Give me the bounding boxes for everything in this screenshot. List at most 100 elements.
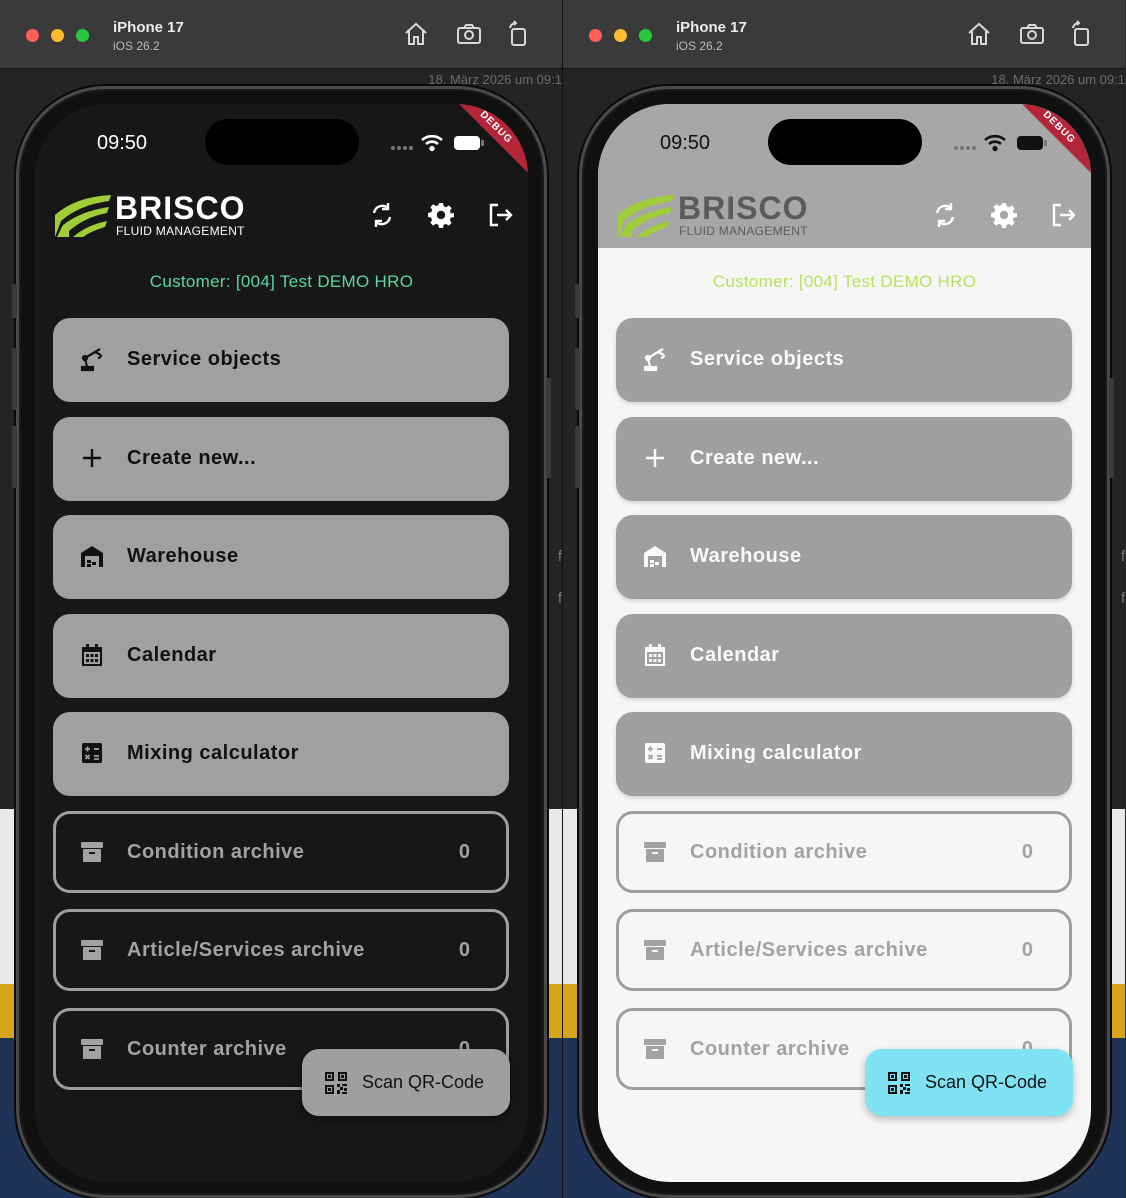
- signal-icon: [391, 146, 413, 150]
- minimize-window-button[interactable]: [51, 29, 64, 42]
- menu-condition-archive-button[interactable]: Condition archive 0: [616, 811, 1072, 893]
- settings-gear-icon[interactable]: [427, 201, 455, 229]
- menu-mixing-calculator-button[interactable]: Mixing calculator: [616, 712, 1072, 796]
- menu-item-label: Condition archive: [690, 841, 868, 863]
- os-version: iOS 26.2: [113, 39, 160, 53]
- close-window-button[interactable]: [26, 29, 39, 42]
- menu-item-label: Calendar: [127, 644, 217, 666]
- archive-count: 0: [458, 841, 470, 863]
- calculator-icon: [79, 740, 105, 766]
- brand-name: BRISCO: [678, 190, 809, 226]
- plus-icon: [79, 445, 105, 471]
- scan-qr-code-button[interactable]: Scan QR-Code: [302, 1049, 510, 1116]
- menu-article-services-archive-button[interactable]: Article/Services archive 0: [53, 909, 509, 991]
- robot-arm-icon: [79, 346, 105, 372]
- home-icon[interactable]: [402, 20, 430, 48]
- menu-calendar-button[interactable]: Calendar: [53, 614, 509, 698]
- logout-icon[interactable]: [1049, 201, 1077, 229]
- customer-label: Customer: [004] Test DEMO HRO: [149, 272, 414, 291]
- menu-service-objects-button[interactable]: Service objects: [616, 318, 1072, 402]
- menu-item-label: Create new...: [690, 447, 820, 469]
- calculator-icon: [642, 740, 668, 766]
- customer-label: Customer: [004] Test DEMO HRO: [712, 272, 977, 291]
- qr-code-icon: [325, 1072, 347, 1094]
- menu-mixing-calculator-button[interactable]: Mixing calculator: [53, 712, 509, 796]
- settings-gear-icon[interactable]: [990, 201, 1018, 229]
- menu-item-label: Article/Services archive: [690, 939, 928, 961]
- simulator-titlebar: iPhone 17 iOS 26.2: [563, 0, 1125, 69]
- rotate-icon[interactable]: [1067, 20, 1095, 48]
- home-icon[interactable]: [965, 20, 993, 48]
- menu-item-label: Counter archive: [690, 1038, 850, 1060]
- archive-count: 0: [458, 939, 470, 961]
- background-date-text: 18. März 2026 um 09:1: [991, 72, 1125, 87]
- status-time: 09:50: [97, 132, 148, 154]
- zoom-window-button[interactable]: [76, 29, 89, 42]
- warehouse-icon: [79, 543, 105, 569]
- os-version: iOS 26.2: [676, 39, 723, 53]
- status-bar: 09:50 DEBUG: [35, 104, 528, 184]
- menu-item-label: Mixing calculator: [127, 742, 299, 764]
- menu-item-label: Mixing calculator: [690, 742, 862, 764]
- brisco-logo-icon: [618, 195, 674, 237]
- zoom-window-button[interactable]: [639, 29, 652, 42]
- menu-condition-archive-button[interactable]: Condition archive 0: [53, 811, 509, 893]
- app-screen: 09:50 DEBUG BRISCO FLUID MANAGEMENT Cust…: [35, 104, 528, 1182]
- status-bar: 09:50 DEBUG: [598, 104, 1091, 184]
- archive-count: 0: [1021, 841, 1033, 863]
- menu-service-objects-button[interactable]: Service objects: [53, 318, 509, 402]
- iphone-frame: 09:50 DEBUG BRISCO FLUID MANAGEMENT Cust…: [12, 86, 551, 1198]
- close-window-button[interactable]: [589, 29, 602, 42]
- calendar-icon: [79, 642, 105, 668]
- device-name: iPhone 17: [113, 19, 184, 36]
- menu-create-new-button[interactable]: Create new...: [616, 417, 1072, 501]
- minimize-window-button[interactable]: [614, 29, 627, 42]
- sync-icon[interactable]: [368, 201, 396, 229]
- brisco-logo-icon: [55, 195, 111, 237]
- simulator-window-light: iPhone 17 iOS 26.2 18. März 2026 um 09:1…: [563, 0, 1125, 1198]
- archive-icon: [79, 1036, 105, 1062]
- status-time: 09:50: [660, 132, 711, 154]
- scan-qr-code-button[interactable]: Scan QR-Code: [865, 1049, 1073, 1116]
- sync-icon[interactable]: [931, 201, 959, 229]
- menu-calendar-button[interactable]: Calendar: [616, 614, 1072, 698]
- scan-qr-code-label: Scan QR-Code: [362, 1072, 485, 1092]
- background-date-text: 18. März 2026 um 09:1: [428, 72, 562, 87]
- simulator-titlebar: iPhone 17 iOS 26.2: [0, 0, 562, 69]
- menu-item-label: Warehouse: [127, 545, 239, 567]
- archive-icon: [642, 839, 668, 865]
- menu-item-label: Create new...: [127, 447, 257, 469]
- menu-article-services-archive-button[interactable]: Article/Services archive 0: [616, 909, 1072, 991]
- archive-icon: [79, 839, 105, 865]
- calendar-icon: [642, 642, 668, 668]
- screenshot-icon[interactable]: [1018, 20, 1046, 48]
- simulator-window-dark: iPhone 17 iOS 26.2 18. März 2026 um 09:1…: [0, 0, 562, 1198]
- battery-icon: [1017, 136, 1047, 150]
- menu-warehouse-button[interactable]: Warehouse: [53, 515, 509, 599]
- archive-icon: [79, 937, 105, 963]
- screenshot-icon[interactable]: [455, 20, 483, 48]
- brand-subtitle: FLUID MANAGEMENT: [679, 224, 808, 238]
- qr-code-icon: [888, 1072, 910, 1094]
- menu-create-new-button[interactable]: Create new...: [53, 417, 509, 501]
- archive-icon: [642, 937, 668, 963]
- menu-item-label: Service objects: [127, 348, 282, 370]
- signal-icon: [954, 146, 976, 150]
- robot-arm-icon: [642, 346, 668, 372]
- battery-icon: [454, 136, 484, 150]
- scan-qr-code-label: Scan QR-Code: [925, 1072, 1048, 1092]
- iphone-frame: 09:50 DEBUG BRISCO FLUID MANAGEMENT Cust…: [575, 86, 1114, 1198]
- menu-item-label: Warehouse: [690, 545, 802, 567]
- menu-item-label: Calendar: [690, 644, 780, 666]
- dynamic-island: [768, 119, 922, 165]
- brand-name: BRISCO: [115, 190, 246, 226]
- rotate-icon[interactable]: [504, 20, 532, 48]
- menu-warehouse-button[interactable]: Warehouse: [616, 515, 1072, 599]
- logout-icon[interactable]: [486, 201, 514, 229]
- app-screen: 09:50 DEBUG BRISCO FLUID MANAGEMENT Cust…: [598, 104, 1091, 1182]
- menu-item-label: Service objects: [690, 348, 845, 370]
- device-name: iPhone 17: [676, 19, 747, 36]
- menu-item-label: Article/Services archive: [127, 939, 365, 961]
- wifi-icon: [421, 134, 443, 152]
- plus-icon: [642, 445, 668, 471]
